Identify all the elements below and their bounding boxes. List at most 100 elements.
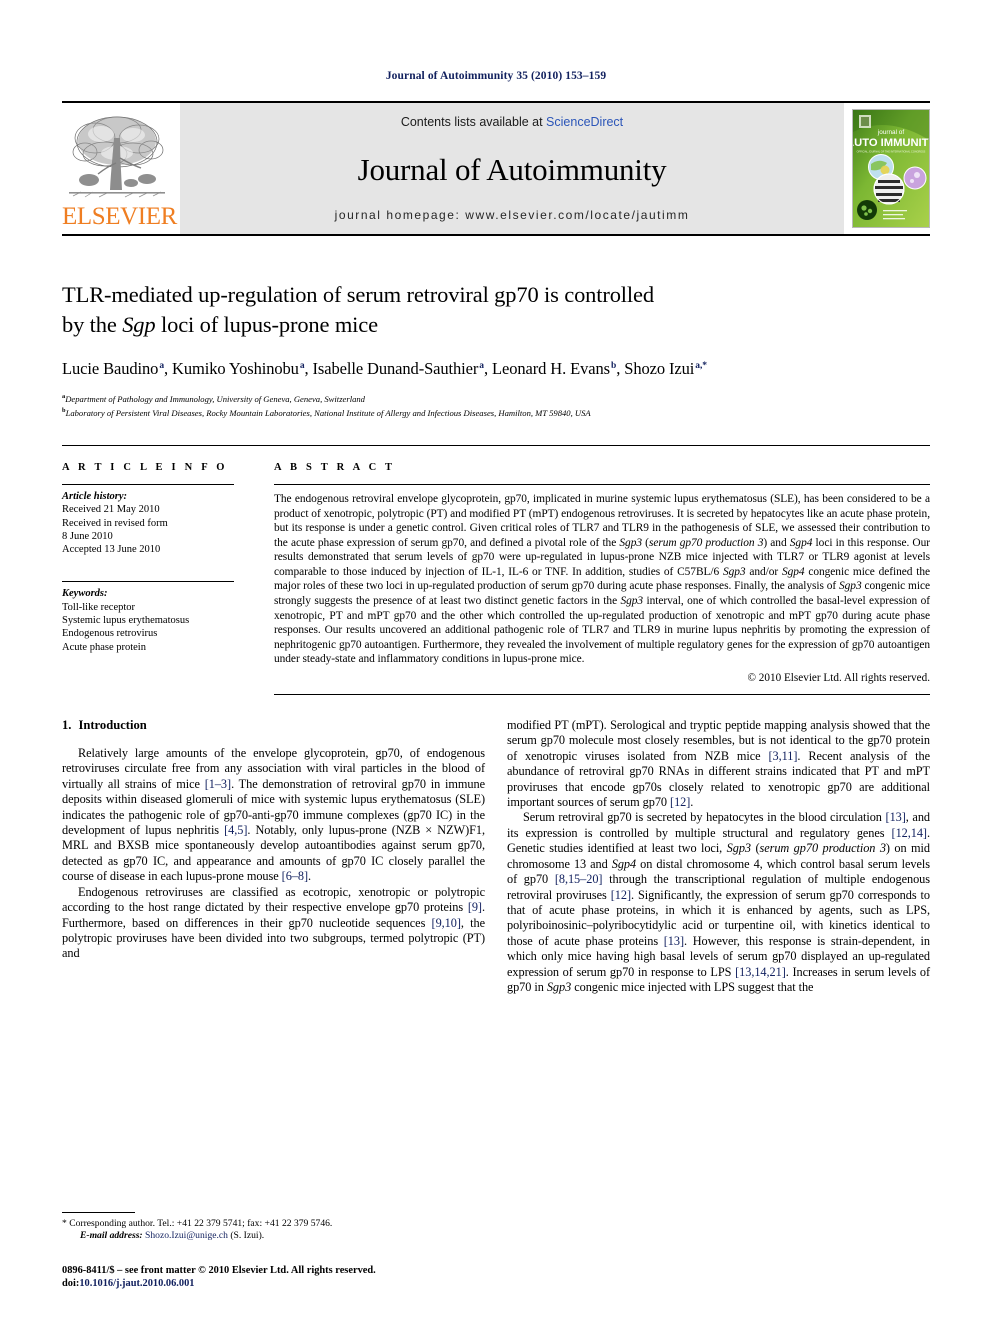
para-seg: Endogenous retroviruses are classified a… xyxy=(62,884,485,915)
abstract-seg: ( xyxy=(642,536,649,549)
para-em: Sgp4 xyxy=(611,856,637,871)
journal-cover-art: journal of AUTO IMMUNITY OFFICIAL JOURNA… xyxy=(853,110,929,227)
abstract-em: Sgp4 xyxy=(781,565,805,578)
citation-link[interactable]: [1–3] xyxy=(205,777,231,791)
history-item: Accepted 13 June 2010 xyxy=(62,544,161,556)
doi-line: doi:10.1016/j.jaut.2010.06.001 xyxy=(62,1277,485,1290)
affiliation-b-text: Laboratory of Persistent Viral Diseases,… xyxy=(65,408,591,419)
journal-homepage-link[interactable]: journal homepage: www.elsevier.com/locat… xyxy=(335,208,690,222)
para-seg: congenic mice injected with LPS suggest … xyxy=(571,979,814,994)
citation-link[interactable]: [13] xyxy=(664,934,684,948)
citation-link[interactable]: [9] xyxy=(468,900,482,914)
intro-paragraph-1: Relatively large amounts of the envelope… xyxy=(62,746,485,885)
section-number: 1. xyxy=(62,718,72,733)
journal-masthead: ELSEVIER Contents lists available at Sci… xyxy=(62,101,930,234)
email-link[interactable]: Shozo.Izui@unige.ch xyxy=(145,1230,228,1241)
email-label: E-mail address: xyxy=(80,1230,143,1242)
abstract-seg: ) and xyxy=(763,536,790,549)
author-name: Kumiko Yoshinobu xyxy=(172,359,299,378)
abstract-text: The endogenous retroviral envelope glyco… xyxy=(274,485,930,667)
journal-title: Journal of Autoimmunity xyxy=(357,151,667,187)
abstract-seg: and/or xyxy=(745,565,782,578)
keyword-item: Acute phase protein xyxy=(62,641,146,653)
para-seg: Serum retroviral gp70 is secreted by hep… xyxy=(523,810,886,825)
elsevier-tree-icon xyxy=(69,116,165,198)
corresponding-text: Corresponding author. Tel.: +41 22 379 5… xyxy=(66,1217,333,1229)
abstract-em: Sgp4 xyxy=(789,536,813,549)
history-item: Received in revised form xyxy=(62,517,168,529)
footnote-area: * Corresponding author. Tel.: +41 22 379… xyxy=(62,1211,485,1290)
para-seg: . xyxy=(308,869,312,884)
corresponding-author-note: * Corresponding author. Tel.: +41 22 379… xyxy=(62,1218,485,1231)
journal-cover-thumbnail: journal of AUTO IMMUNITY OFFICIAL JOURNA… xyxy=(852,109,930,228)
contents-prefix: Contents lists available at xyxy=(400,115,547,129)
citation-link[interactable]: [13,14,21] xyxy=(735,965,786,979)
body-columns: 1. Introduction Relatively large amounts … xyxy=(62,718,930,995)
para-seg: . xyxy=(690,795,694,810)
email-note: E-mail address: Shozo.Izui@unige.ch (S. … xyxy=(62,1230,485,1243)
affiliation-list: aDepartment of Pathology and Immunology,… xyxy=(62,391,930,420)
abstract-heading: A B S T R A C T xyxy=(274,461,396,473)
svg-text:AUTO IMMUNITY: AUTO IMMUNITY xyxy=(853,137,929,149)
history-item: Received 21 May 2010 xyxy=(62,504,160,516)
running-head: Journal of Autoimmunity 35 (2010) 153–15… xyxy=(385,70,607,82)
sciencedirect-link[interactable]: ScienceDirect xyxy=(546,115,623,129)
page-title: TLR-mediated up-regulation of serum retr… xyxy=(62,280,930,340)
keywords-label: Keywords: xyxy=(62,588,108,600)
abstract-bottom-rule xyxy=(274,694,930,696)
citation-link[interactable]: [9,10] xyxy=(432,916,461,930)
author-name: Shozo Izui xyxy=(624,359,695,378)
affiliation-b: bLaboratory of Persistent Viral Diseases… xyxy=(62,405,930,419)
author-separator: , xyxy=(304,359,313,378)
affiliation-a-text: Department of Pathology and Immunology, … xyxy=(65,393,365,404)
contents-line: Contents lists available at ScienceDirec… xyxy=(401,115,623,129)
citation-link[interactable]: [6–8] xyxy=(282,869,308,883)
abstract-column: A B S T R A C T The endogenous retrovira… xyxy=(274,461,930,696)
elsevier-logo: ELSEVIER xyxy=(62,103,177,234)
abstract-em: Sgp3 xyxy=(620,595,644,608)
title-line-2-post: loci of lupus-prone mice xyxy=(155,312,378,337)
citation-link[interactable]: [12] xyxy=(611,888,631,902)
imprint-block: 0896-8411/$ – see front matter © 2010 El… xyxy=(62,1264,485,1290)
article-page: Journal of Autoimmunity 35 (2010) 153–15… xyxy=(0,0,992,1323)
intro-paragraph-2: Endogenous retroviruses are classified a… xyxy=(62,885,485,962)
intro-paragraph-4: Serum retroviral gp70 is secreted by hep… xyxy=(507,810,930,995)
info-abstract-row: A R T I C L E I N F O Article history: R… xyxy=(62,444,930,696)
body-column-right: modified PT (mPT). Serological and trypt… xyxy=(507,718,930,995)
citation-link[interactable]: [4,5] xyxy=(224,823,247,837)
author-separator: , xyxy=(163,359,173,378)
author-separator: , xyxy=(483,359,493,378)
para-em: Sgp3 xyxy=(726,841,751,856)
citation-link[interactable]: [3,11] xyxy=(768,749,797,763)
keyword-item: Toll-like receptor xyxy=(62,601,136,613)
section-title-introduction: 1. Introduction xyxy=(62,718,485,733)
citation-link[interactable]: [12] xyxy=(670,795,690,809)
author-name: Leonard H. Evans xyxy=(492,359,611,378)
history-item: 8 June 2010 xyxy=(62,530,113,542)
keyword-item: Endogenous retrovirus xyxy=(62,628,158,640)
keyword-item: Systemic lupus erythematosus xyxy=(62,614,190,626)
intro-paragraph-3: modified PT (mPT). Serological and trypt… xyxy=(507,718,930,810)
imprint-line: 0896-8411/$ – see front matter © 2010 El… xyxy=(62,1265,376,1276)
doi-link[interactable]: 10.1016/j.jaut.2010.06.001 xyxy=(79,1278,194,1289)
body-column-left: 1. Introduction Relatively large amounts … xyxy=(62,718,485,995)
doi-label: doi: xyxy=(62,1278,80,1289)
abstract-em: Sgp3 xyxy=(839,580,862,593)
article-history-label: Article history: xyxy=(62,490,128,502)
citation-link[interactable]: [8,15–20] xyxy=(555,872,603,886)
article-history: Article history: Received 21 May 2010 Re… xyxy=(62,485,234,556)
citation-link[interactable]: [13] xyxy=(886,810,906,824)
section-label: Introduction xyxy=(78,718,147,733)
para-em: Sgp3 xyxy=(546,979,572,994)
author-list: Lucie Baudinoa, Kumiko Yoshinobua, Isabe… xyxy=(62,359,930,379)
abstract-em: Sgp3 xyxy=(722,565,746,578)
article-info-column: A R T I C L E I N F O Article history: R… xyxy=(62,462,274,695)
elsevier-wordmark: ELSEVIER xyxy=(62,203,177,230)
keywords-block: Keywords: Toll-like receptor Systemic lu… xyxy=(62,582,234,653)
title-line-2-pre: by the xyxy=(62,312,123,337)
para-em: serum gp70 production 3 xyxy=(759,841,886,856)
abstract-em: Sgp3 xyxy=(619,536,642,549)
abstract-em: serum gp70 production 3 xyxy=(648,536,764,549)
citation-link[interactable]: [12,14] xyxy=(892,826,928,840)
